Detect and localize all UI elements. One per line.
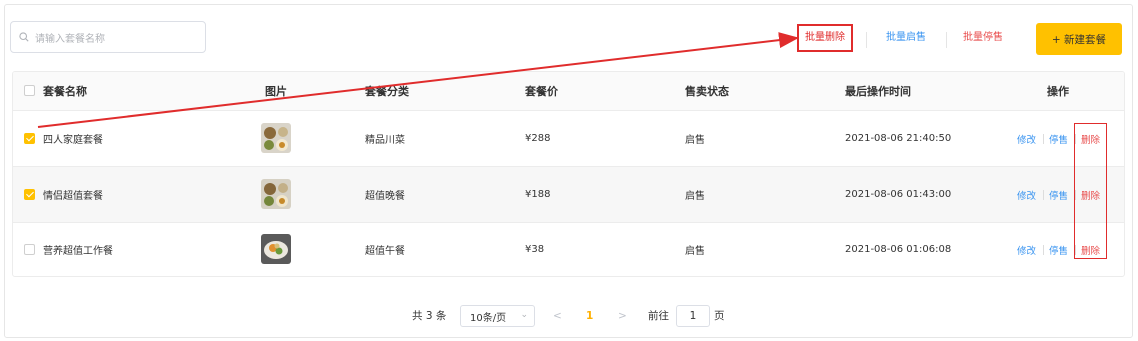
- prev-page-button[interactable]: <: [553, 306, 562, 326]
- goto-page-input[interactable]: 1: [676, 305, 710, 327]
- set-meal-table: 套餐名称 图片 套餐分类 套餐价 售卖状态 最后操作时间 操作 四人家庭套餐 精…: [12, 71, 1125, 277]
- sale-status: 启售: [685, 191, 705, 202]
- header-image: 图片: [265, 85, 287, 98]
- divider: [1043, 244, 1044, 255]
- meal-category: 超值午餐: [365, 246, 405, 257]
- updated-time: 2021-08-06 01:43:00: [845, 189, 952, 200]
- edit-button[interactable]: 修改: [1017, 243, 1036, 257]
- meal-price: ¥188: [525, 189, 551, 200]
- table-row: 四人家庭套餐 精品川菜 ¥288 启售 2021-08-06 21:40:50 …: [13, 111, 1124, 167]
- table-row: 营养超值工作餐 超值午餐 ¥38 启售 2021-08-06 01:06:08 …: [13, 223, 1124, 276]
- updated-time: 2021-08-06 01:06:08: [845, 244, 952, 255]
- meal-price: ¥38: [525, 244, 545, 255]
- meal-category: 精品川菜: [365, 135, 405, 146]
- stop-sale-button[interactable]: 停售: [1049, 132, 1068, 146]
- annotation-highlight-box: [1074, 123, 1107, 259]
- header-updated-time: 最后操作时间: [845, 85, 911, 98]
- goto-label: 前往: [648, 310, 669, 322]
- sale-status: 启售: [685, 135, 705, 146]
- edit-button[interactable]: 修改: [1017, 188, 1036, 202]
- row-checkbox[interactable]: [24, 133, 35, 144]
- updated-time: 2021-08-06 21:40:50: [845, 133, 952, 144]
- meal-name: 情侣超值套餐: [43, 191, 103, 202]
- meal-category: 超值晚餐: [365, 191, 405, 202]
- search-placeholder: 请输入套餐名称: [35, 33, 105, 45]
- divider: [866, 32, 867, 48]
- search-input[interactable]: 请输入套餐名称: [10, 21, 206, 53]
- meal-image: [261, 123, 291, 153]
- page-size-value: 10条/页: [470, 312, 507, 324]
- search-icon: [19, 32, 29, 42]
- batch-delete-button[interactable]: 批量删除: [797, 24, 853, 52]
- row-checkbox[interactable]: [24, 189, 35, 200]
- header-price: 套餐价: [525, 85, 558, 98]
- edit-button[interactable]: 修改: [1017, 132, 1036, 146]
- page-size-select[interactable]: 10条/页 ⌄: [460, 305, 535, 327]
- divider: [1043, 133, 1044, 144]
- current-page[interactable]: 1: [586, 306, 593, 326]
- chevron-down-icon: ⌄: [520, 310, 528, 320]
- batch-disable-button[interactable]: 批量停售: [963, 28, 1003, 48]
- total-count: 共 3 条: [412, 310, 447, 322]
- row-checkbox[interactable]: [24, 244, 35, 255]
- page-unit-label: 页: [714, 310, 725, 322]
- sale-status: 启售: [685, 246, 705, 257]
- stop-sale-button[interactable]: 停售: [1049, 188, 1068, 202]
- divider: [946, 32, 947, 48]
- meal-image: [261, 179, 291, 209]
- meal-name: 四人家庭套餐: [43, 135, 103, 146]
- meal-name: 营养超值工作餐: [43, 246, 113, 257]
- table-row: 情侣超值套餐 超值晚餐 ¥188 启售 2021-08-06 01:43:00 …: [13, 167, 1124, 223]
- select-all-checkbox[interactable]: [24, 85, 35, 96]
- header-category: 套餐分类: [365, 85, 409, 98]
- table-header: 套餐名称 图片 套餐分类 套餐价 售卖状态 最后操作时间 操作: [13, 72, 1124, 111]
- batch-enable-button[interactable]: 批量启售: [886, 28, 926, 48]
- meal-image: [261, 234, 291, 264]
- new-set-meal-button[interactable]: + 新建套餐: [1036, 23, 1122, 55]
- header-status: 售卖状态: [685, 85, 729, 98]
- next-page-button[interactable]: >: [618, 306, 627, 326]
- divider: [1043, 189, 1044, 200]
- header-name: 套餐名称: [43, 85, 87, 98]
- stop-sale-button[interactable]: 停售: [1049, 243, 1068, 257]
- meal-price: ¥288: [525, 133, 551, 144]
- header-actions: 操作: [1047, 85, 1069, 98]
